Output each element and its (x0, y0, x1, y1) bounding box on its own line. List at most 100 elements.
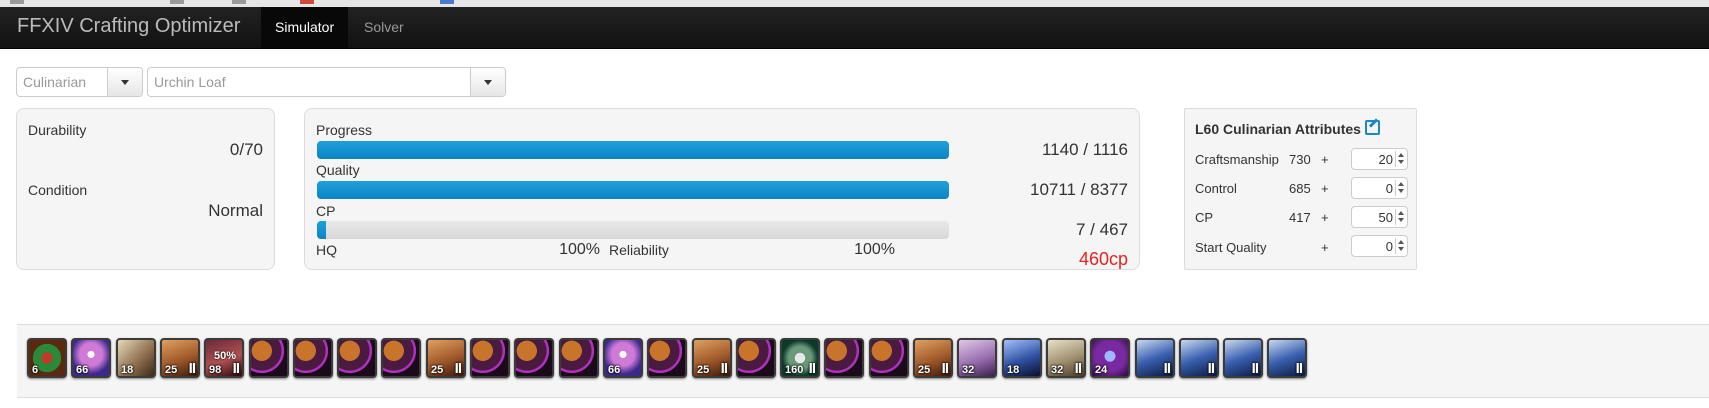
cp-bar (317, 221, 949, 239)
spinner-arrows-icon[interactable] (1395, 209, 1406, 225)
recipe-select[interactable]: Urchin Loaf (147, 67, 506, 97)
craftsmanship-bonus-input[interactable]: 20 (1351, 148, 1408, 170)
synthesis-icon[interactable]: II (1135, 338, 1175, 378)
progress-value: 1140 / 1116 (1041, 140, 1128, 159)
attr-base-control: 685 (1289, 181, 1311, 196)
attr-plus: + (1321, 210, 1329, 225)
browser-tab-strip (0, 0, 1709, 7)
spinner-arrows-icon[interactable] (1395, 151, 1406, 167)
attributes-header: L60 Culinarian Attributes (1195, 119, 1380, 137)
cp-bonus-input[interactable]: 50 (1351, 206, 1408, 228)
action-level: 98 (209, 364, 222, 376)
recipe-select-toggle[interactable] (470, 68, 505, 96)
action-level: 6 (32, 364, 39, 376)
action-level: 18 (121, 364, 134, 376)
attr-plus: + (1321, 181, 1329, 196)
cp-label: CP (316, 203, 336, 219)
progress-bar-fill (317, 141, 949, 159)
ingenuity-icon[interactable]: 50% 98 II (204, 338, 244, 378)
inner-quiet-icon[interactable]: 66 (603, 338, 643, 378)
hasty-touch-icon[interactable]: 25 II (160, 338, 200, 378)
innovation-icon[interactable]: 18 (1002, 338, 1042, 378)
edit-icon[interactable] (1364, 120, 1380, 135)
tab-solver[interactable]: Solver (350, 7, 418, 48)
condition-label: Condition (28, 182, 88, 198)
action-rank: II (1295, 360, 1303, 377)
recipe-select-value: Urchin Loaf (154, 74, 226, 90)
attributes-title: L60 Culinarian Attributes (1195, 121, 1361, 137)
comfort-zone-icon[interactable]: 6 (27, 338, 67, 378)
spinner-arrows-icon[interactable] (1395, 180, 1406, 196)
spin-value: 0 (1385, 181, 1393, 196)
touch-action-icon[interactable] (647, 338, 687, 378)
hasty-touch-icon[interactable]: 25 II (913, 338, 953, 378)
attr-base-cp: 417 (1289, 210, 1311, 225)
action-rank: II (808, 360, 816, 377)
attr-plus: + (1321, 152, 1329, 167)
tab-simulator[interactable]: Simulator (261, 7, 349, 48)
reliability-value: 100% (854, 241, 895, 258)
cp-value: 7 / 467 (1076, 220, 1128, 239)
job-select[interactable]: Culinarian (16, 67, 143, 97)
attr-label-craftsmanship: Craftsmanship (1195, 152, 1279, 167)
touch-action-icon[interactable] (824, 338, 864, 378)
touch-action-icon[interactable] (514, 338, 554, 378)
control-bonus-input[interactable]: 0 (1351, 177, 1408, 199)
synthesis-icon[interactable]: II (1223, 338, 1263, 378)
action-level: 25 (697, 364, 710, 376)
action-rank: II (1251, 360, 1259, 377)
action-sequence-bar: 6 66 18 25 II 50% 98 II 25 II 66 25 II 160 II 25 II 32 18 3… (17, 324, 1709, 398)
attr-label-start-quality: Start Quality (1195, 240, 1267, 255)
great-strides-icon[interactable]: 32 (957, 338, 997, 378)
spinner-arrows-icon[interactable] (1395, 238, 1406, 254)
touch-action-icon[interactable] (249, 338, 289, 378)
touch-action-icon[interactable] (337, 338, 377, 378)
hasty-touch-icon[interactable]: 25 II (692, 338, 732, 378)
attr-label-cp: CP (1195, 210, 1214, 225)
action-level: 18 (1007, 364, 1020, 376)
job-select-toggle[interactable] (107, 68, 142, 96)
durability-label: Durability (28, 122, 87, 138)
top-navbar: FFXIV Crafting Optimizer Simulator Solve… (0, 7, 1709, 49)
touch-action-icon[interactable] (470, 338, 510, 378)
manipulation-icon[interactable]: 160 II (780, 338, 820, 378)
reliability-label: Reliability (609, 242, 669, 258)
touch-action-icon[interactable] (736, 338, 776, 378)
synthesis-icon[interactable]: II (1267, 338, 1307, 378)
spin-value: 20 (1378, 152, 1393, 167)
attributes-panel: L60 Culinarian Attributes Craftsmanship … (1184, 108, 1417, 270)
hasty-touch-icon[interactable]: 25 II (426, 338, 466, 378)
touch-action-icon[interactable] (293, 338, 333, 378)
steady-hand-ii-icon[interactable]: 32 II (1046, 338, 1086, 378)
job-select-value: Culinarian (23, 74, 87, 90)
action-level: 32 (1051, 364, 1064, 376)
action-rank: II (232, 360, 240, 377)
spin-value: 0 (1385, 239, 1393, 254)
hq-value: 100% (559, 241, 600, 258)
action-rank: II (1207, 360, 1215, 377)
action-rank: II (720, 360, 728, 377)
action-level: 66 (608, 364, 621, 376)
synthesis-icon[interactable]: II (1179, 338, 1219, 378)
attr-label-control: Control (1195, 181, 1237, 196)
action-level: 32 (962, 364, 975, 376)
action-rank: II (1163, 360, 1171, 377)
steady-hand-icon[interactable]: 18 (116, 338, 156, 378)
inner-quiet-icon[interactable]: 66 (71, 338, 111, 378)
hq-label: HQ (316, 242, 337, 258)
quality-value: 10711 / 8377 (1030, 180, 1128, 199)
start-quality-input[interactable]: 0 (1351, 235, 1408, 257)
touch-action-icon[interactable] (869, 338, 909, 378)
touch-action-icon[interactable] (381, 338, 421, 378)
action-level: 160 (785, 364, 804, 376)
action-level: 24 (1095, 364, 1108, 376)
touch-action-icon[interactable] (559, 338, 599, 378)
quality-bar-fill (317, 181, 949, 199)
durability-condition-panel: Durability 0/70 Condition Normal (16, 108, 275, 270)
action-level: 25 (165, 364, 178, 376)
app-title[interactable]: FFXIV Crafting Optimizer (17, 15, 240, 38)
action-rank: II (941, 360, 949, 377)
byregots-blessing-icon[interactable]: 24 (1090, 338, 1130, 378)
action-level: 25 (431, 364, 444, 376)
condition-value: Normal (208, 201, 263, 220)
